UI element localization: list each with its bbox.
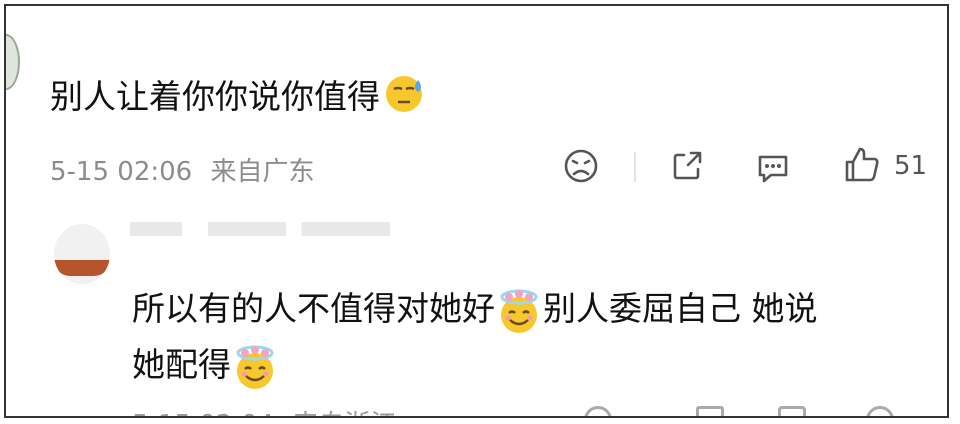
- share-icon[interactable]: [668, 147, 706, 185]
- flower-halo-smile-emoji: [236, 345, 274, 389]
- comment-text: 别人让着你你说你值得: [50, 77, 380, 116]
- comment-content: 别人让着你你说你值得: [50, 70, 428, 118]
- like-thumb-icon[interactable]: [842, 144, 882, 186]
- comment-icon[interactable]: [754, 149, 792, 187]
- reply-timestamp: 5-15 02:04: [132, 410, 274, 416]
- reply-avatar[interactable]: [54, 224, 110, 284]
- reply-meta: 5-15 02:04 来自浙江: [132, 404, 396, 416]
- commenter-avatar[interactable]: [6, 34, 20, 90]
- comment-card: 别人让着你你说你值得 5-15 02:06 来自广东 51 所以有的人不值得对她…: [4, 4, 949, 418]
- comment-icon[interactable]: [778, 406, 806, 416]
- reply-username-obscured: [130, 222, 390, 236]
- share-icon[interactable]: [696, 406, 724, 416]
- dislike-face-icon[interactable]: [562, 147, 600, 185]
- sweat-face-emoji: [386, 76, 422, 112]
- reply-text-part2: 别人委屈自己 她说: [543, 289, 818, 328]
- comment-source: 来自广东: [210, 157, 315, 187]
- reply-content: 所以有的人不值得对她好 别人委屈自己 她说 她配得: [132, 281, 932, 393]
- like-thumb-icon[interactable]: [866, 406, 894, 416]
- action-divider: [634, 152, 636, 182]
- dislike-face-icon[interactable]: [584, 406, 612, 416]
- flower-halo-smile-emoji: [500, 289, 538, 333]
- comment-meta: 5-15 02:06 来自广东: [50, 151, 314, 188]
- reply-text-part1: 所以有的人不值得对她好: [132, 289, 495, 328]
- comment-timestamp: 5-15 02:06: [50, 157, 193, 187]
- like-count: 51: [894, 151, 928, 181]
- reply-text-part3: 她配得: [132, 345, 231, 384]
- reply-source: 来自浙江: [292, 410, 396, 416]
